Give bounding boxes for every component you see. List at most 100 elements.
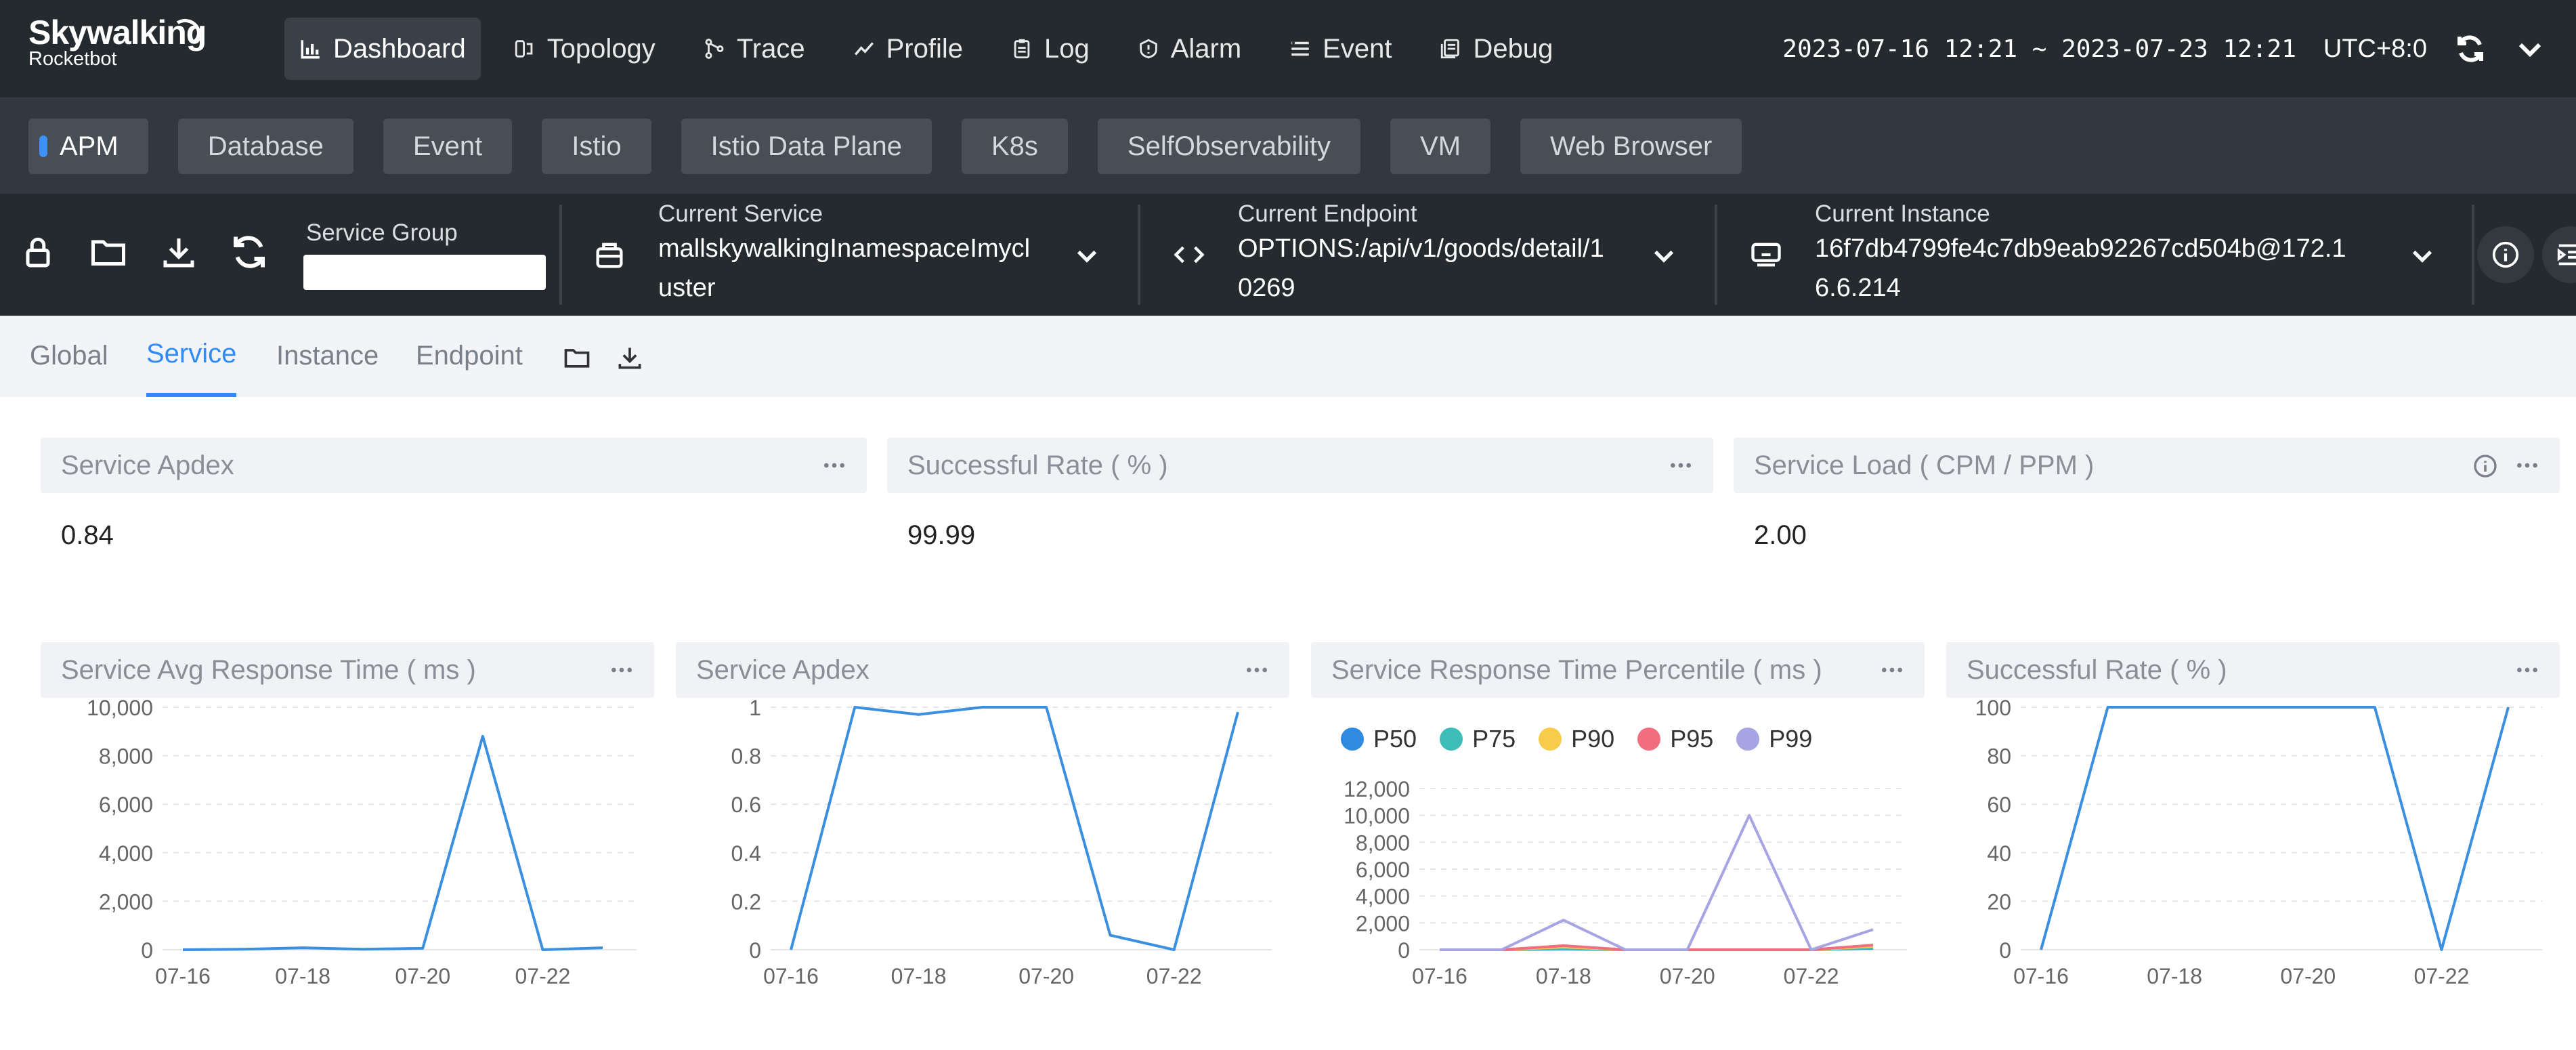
card-service-apdex: Service Apdex 0.84 [41,438,867,573]
nav-item-trace[interactable]: Trace [688,18,820,80]
layer-tab-istio[interactable]: Istio [542,119,651,174]
series-line [182,734,603,951]
layer-tab-label: Event [412,131,483,161]
layer-tab-label: K8s [991,131,1038,161]
widget-value: 2.00 [1754,520,1807,550]
x-tick-label: 07-22 [515,964,571,988]
timezone-label[interactable]: UTC+8:0 [2323,35,2427,64]
layer-tab-database[interactable]: Database [177,119,353,174]
widget-header: Service Apdex [676,642,1289,698]
more-icon[interactable] [1879,658,1906,681]
current-endpoint-value-line1[interactable]: OPTIONS:/api/v1/goods/detail/1 [1238,229,1604,268]
more-icon[interactable] [1667,454,1694,477]
divider [559,205,562,305]
nav-label: Dashboard [333,33,466,64]
tab-instance[interactable]: Instance [276,316,379,397]
nav-item-dashboard[interactable]: Dashboard [284,18,481,80]
current-instance-value-line2[interactable]: 6.6.214 [1815,268,1901,308]
nav-label: Profile [886,33,963,64]
service-group-input[interactable] [303,255,546,290]
folder-icon[interactable] [562,343,592,373]
info-icon [2492,241,2519,268]
layer-tab-label: VM [1420,131,1461,161]
y-tick-label: 0 [749,938,761,963]
more-icon[interactable] [2514,658,2541,681]
x-tick-label: 07-20 [395,964,450,988]
current-instance-value-line1[interactable]: 16f7db4799fe4c7db9eab92267cd504b@172.1 [1815,229,2346,268]
nav-item-profile[interactable]: Profile [838,18,978,80]
more-icon[interactable] [2514,454,2541,477]
nav-item-topology[interactable]: Topology [498,18,670,80]
current-service-value-line1[interactable]: mallskywalkingInamespaceImycl [658,229,1030,268]
widget-title: Successful Rate ( % ) [1967,655,2227,685]
layer-tab-istio-data-plane[interactable]: Istio Data Plane [681,119,932,174]
nav-item-debug[interactable]: Debug [1424,18,1568,80]
collapse-menu-button[interactable] [2542,226,2576,283]
layer-tab-k8s[interactable]: K8s [961,119,1068,174]
skywalking-logo[interactable]: Skywalking Rocketbot [28,14,207,70]
code-icon [1174,246,1205,264]
layer-tab-event[interactable]: Event [383,119,513,174]
more-icon[interactable] [608,658,635,681]
tab-service[interactable]: Service [146,316,237,397]
layer-tab-vm[interactable]: VM [1390,119,1491,174]
download-icon[interactable] [158,232,199,272]
chevron-down-icon[interactable] [1650,241,1678,270]
y-tick-label: 8,000 [99,744,153,769]
current-service-label: Current Service [658,201,823,227]
x-tick-label: 07-18 [275,964,330,988]
nav-item-log[interactable]: Log [995,18,1104,80]
widget-value: 99.99 [907,520,976,550]
info-button[interactable] [2477,226,2534,283]
chart-response-time-percentile: Service Response Time Percentile ( ms ) … [1311,642,1925,1050]
divider [1138,205,1140,305]
line-chart: 0 0.2 0.4 0.6 0.8 1 07-16 07-18 07-20 07-22 [731,698,1272,988]
y-tick-label: 0.8 [731,744,761,769]
nav-label: Log [1044,33,1090,64]
y-tick-label: 2,000 [1356,911,1410,936]
nav-item-alarm[interactable]: Alarm [1122,18,1256,80]
widget-title: Service Avg Response Time ( ms ) [61,655,476,685]
nav-label: Trace [736,33,805,64]
y-tick-label: 0 [141,938,153,963]
time-range-picker[interactable]: 2023-07-16 12:21 ~ 2023-07-23 12:21 [1782,35,2296,63]
event-icon [1291,41,1309,56]
download-icon[interactable] [615,343,645,373]
refresh-icon[interactable] [2454,33,2487,65]
active-indicator [39,135,47,157]
widget-title: Service Apdex [696,655,870,685]
layer-tab-web-browser[interactable]: Web Browser [1520,119,1742,174]
y-tick-label: 4,000 [99,841,153,866]
bar-chart-icon [301,40,320,59]
widget-title: Service Apdex [61,450,234,480]
folder-icon[interactable] [88,232,129,272]
lock-icon[interactable] [18,232,58,272]
chevron-down-icon[interactable] [2408,241,2437,270]
more-icon[interactable] [1243,658,1270,681]
chevron-down-icon[interactable] [2514,33,2546,65]
menu-indent-icon [2557,244,2576,266]
line-chart: 02,0004,000 6,000 8,000 10,000 12,000 07-16 07… [1344,777,1907,988]
chevron-down-icon[interactable] [1073,241,1101,270]
y-tick-label: 10,000 [1344,804,1410,828]
more-icon[interactable] [821,454,848,477]
card-successful-rate: Successful Rate ( % ) 99.99 [887,438,1713,573]
x-tick-label: 07-18 [891,964,947,988]
nav-item-event[interactable]: Event [1274,18,1407,80]
sync-icon[interactable] [229,232,270,272]
layer-tab-apm[interactable]: APM [28,119,148,174]
current-service-value-line2[interactable]: uster [658,268,715,308]
tab-global[interactable]: Global [30,316,108,397]
widget-header: Successful Rate ( % ) [1946,642,2560,698]
trace-icon [705,39,724,59]
tab-endpoint[interactable]: Endpoint [416,316,523,397]
y-tick-label: 0 [1999,938,2011,963]
current-endpoint-value-line2[interactable]: 0269 [1238,268,1295,308]
layer-tab-label: Istio Data Plane [710,131,902,161]
layer-tab-selfobservability[interactable]: SelfObservability [1097,119,1361,174]
selector-bar: Service Group Current Service mallskywal… [0,194,2576,316]
x-tick-label: 07-16 [763,964,819,988]
x-tick-label: 07-18 [2147,964,2202,988]
layer-tab-label: APM [60,131,119,161]
info-icon[interactable] [2472,453,2499,480]
